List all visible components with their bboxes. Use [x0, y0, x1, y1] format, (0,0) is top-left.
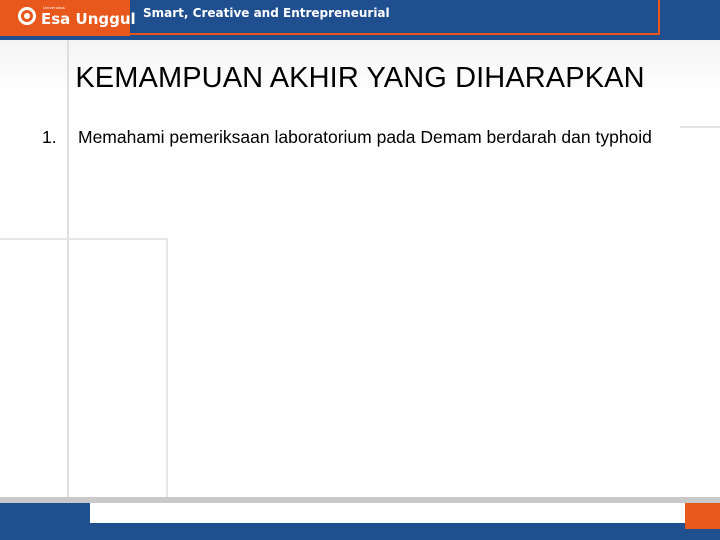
decorative-line	[166, 240, 168, 500]
header-bar: Universitas Esa Unggul Smart, Creative a…	[0, 0, 720, 40]
list-item-text: Memahami pemeriksaan laboratorium pada D…	[78, 127, 652, 147]
footer-accent	[685, 503, 720, 529]
decorative-line	[0, 238, 168, 240]
tagline: Smart, Creative and Entrepreneurial	[143, 6, 390, 20]
brand-name: Esa Unggul	[41, 10, 136, 28]
slide: Universitas Esa Unggul Smart, Creative a…	[0, 0, 720, 540]
header-accent-line	[130, 33, 660, 35]
header-accent-line	[658, 0, 660, 35]
decorative-line	[67, 40, 69, 500]
footer-panel	[90, 503, 685, 523]
logo-icon	[18, 7, 36, 25]
list-item-number: 1.	[42, 127, 57, 147]
objectives-list: 1. Memahami pemeriksaan laboratorium pad…	[42, 126, 682, 148]
list-item: 1. Memahami pemeriksaan laboratorium pad…	[42, 126, 682, 148]
decorative-line	[680, 126, 720, 128]
slide-title: KEMAMPUAN AKHIR YANG DIHARAPKAN	[75, 62, 645, 94]
brand-logo: Universitas Esa Unggul	[0, 0, 136, 36]
